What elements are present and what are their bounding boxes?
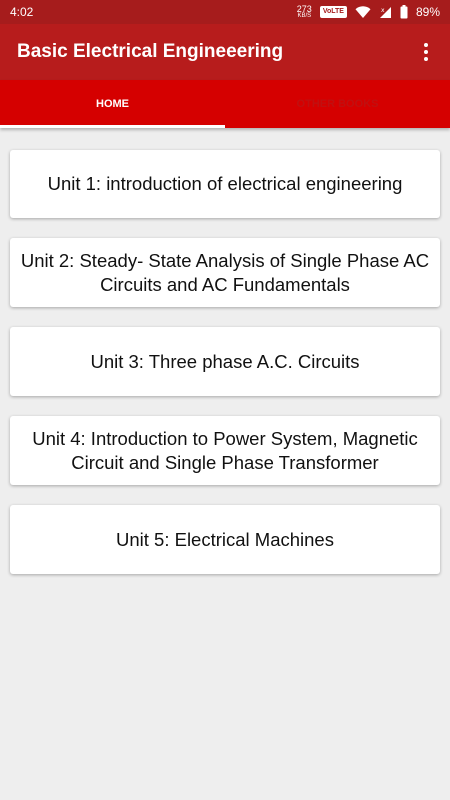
wifi-icon [355,5,371,18]
unit-3-button[interactable]: Unit 3: Three phase A.C. Circuits [10,327,440,396]
status-time: 4:02 [10,5,34,19]
tab-home-label: HOME [96,98,129,110]
tab-other-books-label: OTHER BOOKS [296,98,379,110]
more-vert-icon [424,43,428,47]
volte-badge: VoLTE [319,6,347,18]
tab-bar: HOME OTHER BOOKS [0,80,450,128]
unit-1-button[interactable]: Unit 1: introduction of electrical engin… [10,150,440,218]
status-bar: 4:02 273 KB/S VoLTE x 89% [0,0,450,24]
network-speed: 273 KB/S [296,3,312,20]
more-vert-icon-dot [424,57,428,61]
unit-4-button[interactable]: Unit 4: Introduction to Power System, Ma… [10,416,440,485]
svg-text:x: x [381,7,385,14]
tab-other-books[interactable]: OTHER BOOKS [225,80,450,128]
battery-icon [400,5,408,19]
unit-5-button[interactable]: Unit 5: Electrical Machines [10,505,440,574]
network-speed-value: 273 [296,3,312,14]
unit-1-label: Unit 1: introduction of electrical engin… [47,173,403,194]
unit-3-label: Unit 3: Three phase A.C. Circuits [90,350,360,372]
app-title: Basic Electrical Engineeering [17,41,284,62]
network-speed-unit: KB/S [297,12,312,19]
battery-level: 89% [415,5,440,19]
overflow-menu-button[interactable] [414,40,438,64]
unit-4-label: Unit 4: Introduction to Power System, Ma… [32,427,418,473]
unit-2-label: Unit 2: Steady- State Analysis of Single… [20,249,430,295]
signal-icon: x [379,6,391,18]
unit-2-button[interactable]: Unit 2: Steady- State Analysis of Single… [10,238,440,307]
tab-indicator [0,125,225,128]
status-icons: 273 KB/S VoLTE x 89% [296,3,440,20]
unit-list: Unit 1: introduction of electrical engin… [10,150,440,594]
more-vert-icon-dot [424,50,428,54]
app-bar: Basic Electrical Engineeering [0,24,450,80]
unit-5-label: Unit 5: Electrical Machines [116,528,334,550]
tab-home[interactable]: HOME [0,80,225,128]
